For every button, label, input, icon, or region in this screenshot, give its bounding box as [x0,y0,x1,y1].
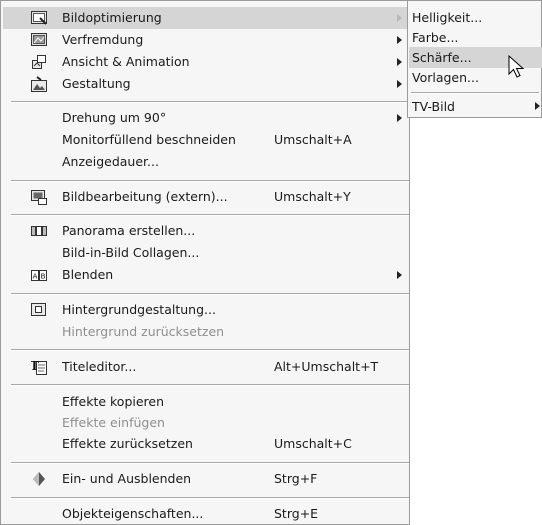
menu-item-panorama[interactable]: Panorama erstellen... [3,220,407,242]
menu-item-label: Hintergrund zurücksetzen [62,324,225,339]
menu-separator [11,214,409,216]
submenu-item-label: Helligkeit... [412,10,483,25]
menu-item-objekteigenschaften[interactable]: Objekteigenschaften... Strg+E [3,503,407,525]
menu-item-label: Verfremdung [62,32,144,47]
submenu-arrow-icon [397,58,402,66]
menu-item-label: Bildbearbeitung (extern)... [62,189,228,204]
svg-text:A: A [33,273,38,281]
menu-separator [11,349,409,351]
menu-item-shortcut: Umschalt+C [274,436,352,451]
menu-item-hintergrundgestaltung[interactable]: Hintergrundgestaltung... [3,299,407,321]
menu-item-label: Effekte einfügen [62,415,165,430]
menu-item-shortcut: Strg+E [274,506,319,521]
menu-item-label: Objekteigenschaften... [62,506,204,521]
design-icon [31,76,47,92]
fade-icon [31,471,47,487]
menu-item-label: Bildoptimierung [62,10,162,25]
menu-separator [11,293,409,295]
submenu-item-label: Farbe... [412,30,459,45]
svg-text:T: T [31,359,39,373]
panorama-icon [31,223,47,239]
menu-item-label: Bild-in-Bild Collagen... [62,245,200,260]
menu-item-titeleditor[interactable]: T Titeleditor... Alt+Umschalt+T [3,356,407,378]
submenu-separator [411,92,539,94]
svg-text:B: B [41,273,46,281]
menu-item-label: Gestaltung [62,76,131,91]
external-edit-icon [31,189,47,205]
title-editor-icon: T [30,359,47,375]
menu-item-label: Effekte kopieren [62,394,165,409]
menu-item-bildbearbeitung[interactable]: Bildbearbeitung (extern)... Umschalt+Y [3,186,407,208]
submenu-item-farbe[interactable]: Farbe... [409,27,542,48]
submenu-arrow-icon [397,80,402,88]
menu-separator [11,384,409,386]
submenu-item-helligkeit[interactable]: Helligkeit... [409,7,542,28]
menu-item-shortcut: Alt+Umschalt+T [274,359,379,374]
menu-item-anzeigedauer[interactable]: Anzeigedauer... [3,151,407,173]
menu-item-label: Ansicht & Animation [62,54,190,69]
menu-item-label: Hintergrundgestaltung... [62,302,216,317]
menu-item-ein-ausblenden[interactable]: Ein- und Ausblenden Strg+F [3,468,407,490]
menu-item-monitorfuellend[interactable]: Monitorfüllend beschneiden Umschalt+A [3,129,407,151]
menu-separator [11,497,409,499]
background-icon [31,302,47,318]
submenu-arrow-icon [397,36,402,44]
animation-icon [31,54,47,70]
menu-item-gestaltung[interactable]: Gestaltung [3,73,407,95]
menu-item-ansicht-animation[interactable]: Ansicht & Animation [3,51,407,73]
menu-item-bild-in-bild[interactable]: Bild-in-Bild Collagen... [3,242,407,264]
submenu-item-label: Schärfe... [412,50,472,65]
mouse-pointer-icon [508,54,528,79]
menu-item-label: Monitorfüllend beschneiden [62,132,236,147]
menu-item-label: Titeleditor... [62,359,137,374]
submenu-arrow-icon [397,14,402,22]
menu-item-label: Effekte zurücksetzen [62,436,193,451]
submenu-arrow-icon [397,114,402,122]
menu-item-blenden[interactable]: A B Blenden [3,264,407,286]
menu-item-drehung[interactable]: Drehung um 90° [3,107,407,129]
submenu-item-tv-bild[interactable]: TV-Bild [409,96,542,117]
menu-item-shortcut: Umschalt+A [274,132,352,147]
menu-item-verfremdung[interactable]: Verfremdung [3,29,407,51]
submenu-item-label: Vorlagen... [412,70,479,85]
menu-item-effekte-kopieren[interactable]: Effekte kopieren [3,391,407,413]
image-optimize-icon [31,10,47,26]
menu-item-shortcut: Strg+F [274,471,318,486]
menu-item-effekte-einfuegen[interactable]: Effekte einfügen [3,412,407,434]
menu-item-label: Panorama erstellen... [62,223,196,238]
menu-item-shortcut: Umschalt+Y [274,189,351,204]
image-effect-icon [31,32,47,48]
menu-separator [11,180,409,182]
menu-item-bildoptimierung[interactable]: Bildoptimierung [3,7,407,29]
blend-icon: A B [31,267,47,283]
menu-item-hintergrund-zuruecksetzen[interactable]: Hintergrund zurücksetzen [3,321,407,343]
context-menu: Bildoptimierung Verfremdung Ansicht & An… [0,0,410,525]
menu-item-label: Ein- und Ausblenden [62,471,192,486]
submenu-item-label: TV-Bild [412,99,455,114]
menu-item-effekte-zuruecksetzen[interactable]: Effekte zurücksetzen Umschalt+C [3,433,407,455]
menu-separator [11,462,409,464]
menu-item-label: Anzeigedauer... [62,154,159,169]
menu-separator [11,101,409,103]
menu-item-label: Drehung um 90° [62,110,167,125]
menu-item-label: Blenden [62,267,114,282]
submenu-arrow-icon [397,271,402,279]
submenu-arrow-icon [535,102,540,110]
